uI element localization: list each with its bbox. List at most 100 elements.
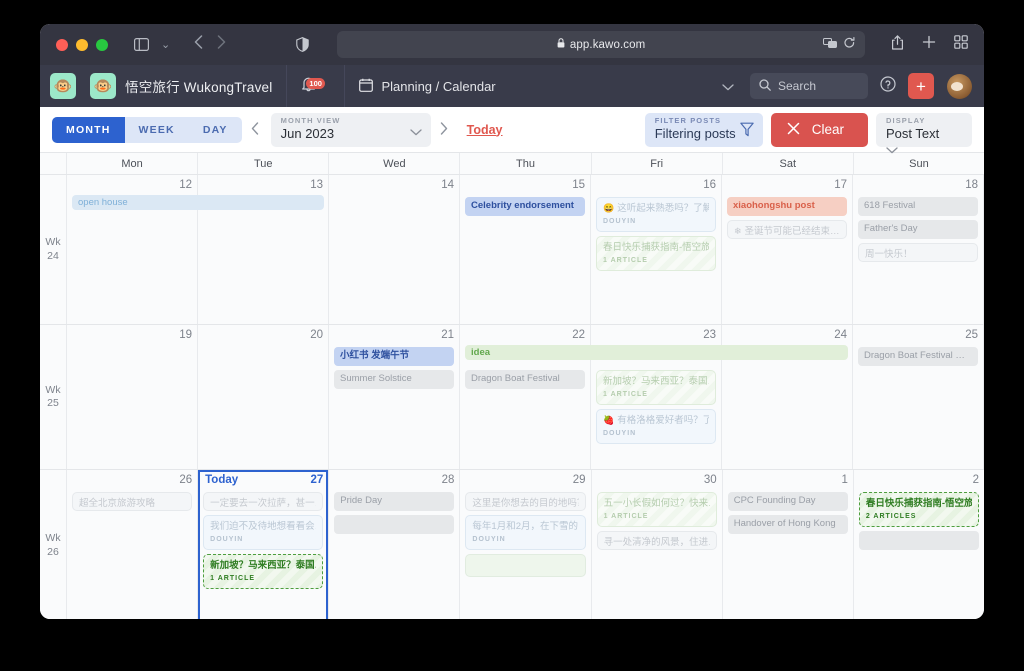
- calendar-post-card[interactable]: 这里是你想去的目的地吗？: [465, 492, 586, 511]
- back-arrow-icon[interactable]: [194, 35, 203, 54]
- calendar-day[interactable]: 2 春日快乐捕获指南-悟空旅… 2 ARTICLES: [854, 470, 984, 619]
- address-bar[interactable]: app.kawo.com: [337, 31, 865, 58]
- translate-icon[interactable]: [823, 36, 837, 54]
- close-window-button[interactable]: [56, 38, 68, 51]
- calendar-post-card[interactable]: 每年1月和2月，在下雪的… DOUYIN: [465, 515, 586, 551]
- calendar-toolbar: MONTH WEEK DAY MONTH VIEW Jun 2023 Today…: [40, 107, 984, 153]
- forward-arrow-icon[interactable]: [217, 35, 226, 54]
- prev-period-button[interactable]: [242, 121, 268, 138]
- notifications-button[interactable]: 100: [287, 76, 330, 97]
- calendar-post-card[interactable]: [465, 554, 586, 578]
- calendar-day[interactable]: 30 五一小长假如何过？快来… 1 ARTICLE 寻一处清净的风景，住进…: [592, 470, 723, 619]
- month-select[interactable]: MONTH VIEW Jun 2023: [270, 112, 431, 147]
- calendar-day[interactable]: 18 618 Festival Father's Day 周一快乐！: [853, 175, 984, 324]
- calendar-event-chip[interactable]: 小红书 发端午节: [334, 347, 454, 366]
- help-circle-icon: [880, 75, 896, 97]
- calendar-span-event[interactable]: idea: [465, 345, 848, 360]
- reload-icon[interactable]: [844, 36, 855, 54]
- calendar-event-chip[interactable]: Father's Day: [858, 219, 978, 239]
- view-mode-month[interactable]: MONTH: [52, 116, 125, 143]
- calendar-day[interactable]: 26 超全北京旅游攻略: [67, 470, 199, 619]
- calendar-day[interactable]: 28 Pride Day: [329, 470, 461, 619]
- calendar-post-card[interactable]: 寻一处清净的风景，住进…: [596, 531, 717, 551]
- calendar-day[interactable]: 15 Celebrity endorsement: [460, 175, 591, 324]
- calendar-day[interactable]: 16 😄这听起来熟悉吗？了解… DOUYIN 春日快乐捕获指南-悟空旅… 1 ARTIC…: [591, 175, 722, 324]
- calendar-span-event[interactable]: open house: [72, 195, 324, 210]
- calendar-header-row: Mon Tue Wed Thu Fri Sat Sun: [40, 153, 984, 175]
- view-mode-day[interactable]: DAY: [189, 117, 242, 143]
- calendar-post-card[interactable]: 新加坡？马来西亚？泰国… 1 ARTICLE: [596, 370, 716, 406]
- calendar-post-card[interactable]: 😄这听起来熟悉吗？了解… DOUYIN: [596, 197, 716, 233]
- filter-value: Filtering posts: [654, 125, 736, 141]
- new-tab-icon[interactable]: [922, 35, 936, 54]
- filter-posts-control[interactable]: FILTER POSTS Filtering posts: [644, 112, 763, 147]
- calendar-event-chip[interactable]: [334, 514, 455, 534]
- chevron-down-icon[interactable]: [886, 141, 898, 158]
- day-number: 25: [965, 329, 978, 341]
- calendar-event-chip[interactable]: [858, 531, 979, 551]
- nav-arrows: [194, 35, 226, 54]
- calendar-day[interactable]: 14: [329, 175, 460, 324]
- calendar-day[interactable]: 1 CPC Founding Day Handover of Hong Kong: [723, 470, 854, 619]
- calendar-post-card[interactable]: 春日快乐捕获指南-悟空旅… 1 ARTICLE: [596, 236, 716, 272]
- calendar-event-chip[interactable]: 618 Festival: [858, 197, 978, 216]
- calendar-day[interactable]: 19: [67, 325, 198, 469]
- calendar-event-chip[interactable]: Dragon Boat Festival: [465, 370, 585, 389]
- funnel-icon[interactable]: [740, 122, 754, 142]
- calendar-event-chip[interactable]: Pride Day: [334, 492, 455, 511]
- calendar-day[interactable]: 25 Dragon Boat Festival Ma…: [853, 325, 984, 469]
- view-mode-week[interactable]: WEEK: [125, 117, 189, 143]
- search-input[interactable]: Search: [750, 73, 868, 99]
- calendar-day[interactable]: 17 xiaohongshu post ❄ 圣诞节可能已经结束…: [722, 175, 853, 324]
- calendar-day[interactable]: 29 这里是你想去的目的地吗？ 每年1月和2月，在下雪的… DOUYIN: [460, 470, 592, 619]
- calendar-day[interactable]: 20: [198, 325, 329, 469]
- breadcrumb[interactable]: Planning / Calendar: [345, 78, 750, 95]
- day-events: 小红书 发端午节 Summer Solstice: [334, 347, 454, 389]
- calendar-event-chip[interactable]: CPC Founding Day: [727, 492, 848, 511]
- calendar-post-card[interactable]: 我们迫不及待地想看看会… DOUYIN: [203, 515, 324, 551]
- calendar-event-chip[interactable]: Handover of Hong Kong: [727, 514, 848, 534]
- calendar-day-today[interactable]: Today 27 一定要去一次拉萨，甚一… 我们迫不及待地想看看会… DOUYIN 新加坡…: [198, 470, 330, 619]
- workspace-switcher[interactable]: 🐵 悟空旅行 WukongTravel: [76, 73, 272, 99]
- calendar-post-card[interactable]: 五一小长假如何过？快来… 1 ARTICLE: [596, 492, 717, 528]
- calendar-event-chip[interactable]: Celebrity endorsement: [465, 197, 585, 216]
- calendar-post-card[interactable]: 🍓有格洛格爱好者吗？了… DOUYIN: [596, 409, 716, 445]
- app-logo[interactable]: 🐵: [50, 73, 76, 99]
- calendar-event-chip[interactable]: Dragon Boat Festival Ma…: [858, 347, 978, 366]
- next-period-button[interactable]: [431, 121, 457, 138]
- dayname-thu: Thu: [460, 153, 592, 174]
- privacy-shield-icon[interactable]: [296, 37, 309, 52]
- calendar-event-chip[interactable]: Summer Solstice: [334, 369, 454, 389]
- week-number-value: 24: [47, 249, 59, 262]
- calendar-post-card[interactable]: 周一快乐！: [858, 242, 978, 262]
- user-avatar-icon[interactable]: [947, 73, 972, 99]
- sidebar-chevron-icon[interactable]: ⌄: [161, 38, 170, 51]
- workspace-name: 悟空旅行 WukongTravel: [125, 80, 273, 95]
- chevron-down-icon[interactable]: [409, 123, 422, 141]
- calendar-post-card[interactable]: 一定要去一次拉萨，甚一…: [203, 492, 324, 511]
- help-button[interactable]: [880, 75, 896, 97]
- maximize-window-button[interactable]: [96, 38, 108, 51]
- month-select-label: MONTH VIEW: [280, 115, 341, 125]
- display-select[interactable]: DISPLAY Post Text: [876, 112, 972, 153]
- chevron-down-icon[interactable]: [722, 79, 734, 94]
- clear-filter-button[interactable]: Clear: [770, 112, 868, 147]
- day-number: 1: [841, 474, 848, 486]
- calendar-post-card[interactable]: 春日快乐捕获指南-悟空旅… 2 ARTICLES: [858, 492, 979, 528]
- create-button[interactable]: +: [908, 73, 934, 99]
- minimize-window-button[interactable]: [76, 38, 88, 51]
- share-icon[interactable]: [891, 34, 904, 55]
- calendar-event-chip[interactable]: xiaohongshu post: [727, 197, 847, 216]
- week-days: 19 20 21 小红书 发端午节 Summer Solstice 22 Dragon Bo…: [67, 325, 984, 469]
- dayname-fri: Fri: [592, 153, 723, 174]
- calendar-icon: [359, 78, 374, 95]
- today-button[interactable]: Today: [467, 123, 503, 137]
- display-value: Post Text: [886, 125, 940, 141]
- calendar-post-card[interactable]: ❄ 圣诞节可能已经结束…: [727, 219, 847, 239]
- sidebar-toggle-icon[interactable]: [134, 38, 149, 51]
- tab-overview-icon[interactable]: [954, 35, 968, 54]
- calendar-post-card[interactable]: 超全北京旅游攻略: [72, 492, 193, 511]
- post-title: 🍓有格洛格爱好者吗？了…: [603, 414, 709, 427]
- calendar-post-card[interactable]: 新加坡？马来西亚？泰国… 1 ARTICLE: [203, 554, 324, 590]
- calendar-day[interactable]: 21 小红书 发端午节 Summer Solstice: [329, 325, 460, 469]
